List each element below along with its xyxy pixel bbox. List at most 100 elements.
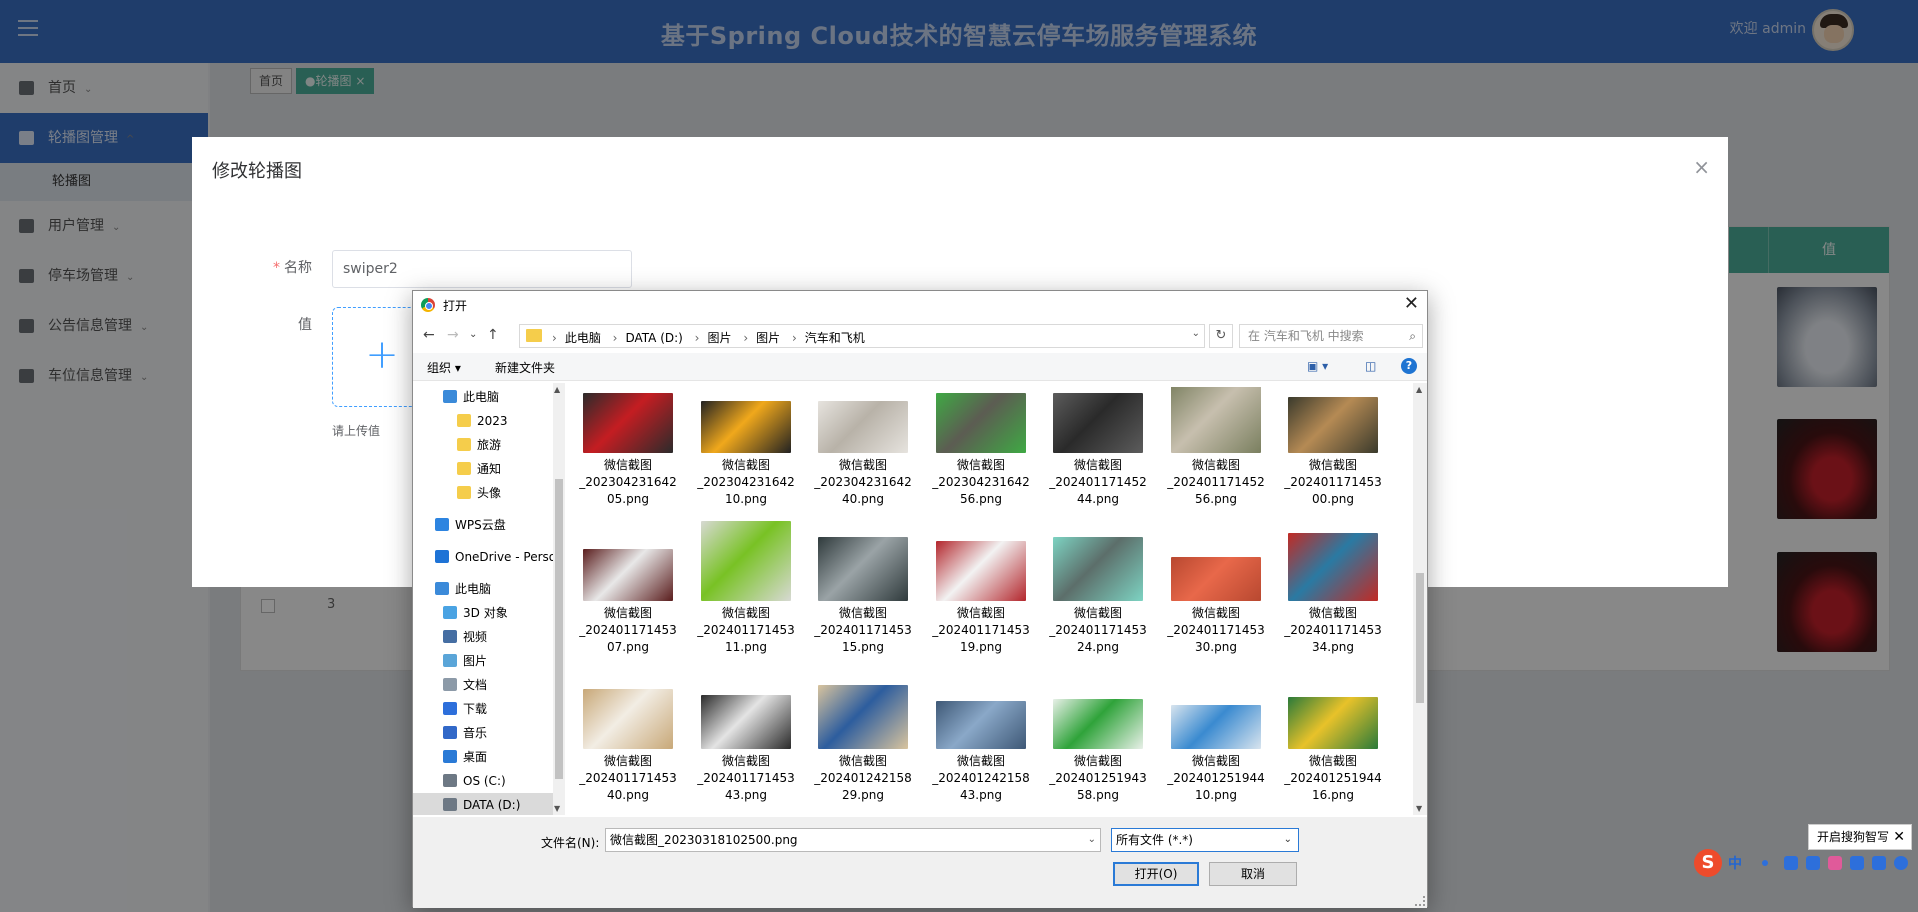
file-item[interactable]: 微信截图 _202401171453 43.png (691, 683, 801, 815)
keyboard-icon[interactable] (1806, 856, 1820, 870)
tree-item-label: 桌面 (463, 750, 488, 764)
tree-item-folder-notice[interactable]: 通知 (413, 457, 553, 481)
image-thumbnail (936, 393, 1026, 453)
file-name-line: _202401171453 (697, 771, 795, 785)
tree-scrollbar[interactable]: ▲ ▼ (553, 383, 565, 815)
files-scrollbar[interactable]: ▲ ▼ (1413, 383, 1427, 815)
help-icon[interactable]: ? (1401, 358, 1417, 374)
gear-icon[interactable] (1894, 856, 1908, 870)
breadcrumb-item[interactable]: 汽车和飞机 (805, 331, 865, 345)
ime-mode-toggle[interactable]: 中 (1728, 853, 1742, 873)
file-item[interactable]: 微信截图 _202401171453 30.png (1161, 535, 1271, 675)
back-arrow-icon[interactable]: ← (423, 327, 435, 343)
breadcrumb-item[interactable]: 图片 (756, 331, 780, 345)
tree-item-desktop[interactable]: 桌面 (413, 745, 553, 769)
scroll-down-icon[interactable]: ▼ (1416, 804, 1422, 813)
file-item[interactable]: 微信截图 _202401242158 29.png (808, 683, 918, 815)
file-item[interactable]: 微信截图 _202401171453 40.png (573, 683, 683, 815)
microphone-icon[interactable] (1784, 856, 1798, 870)
recent-locations-icon[interactable]: ⌄ (469, 329, 477, 340)
file-name-line: 微信截图 (956, 458, 1005, 472)
file-item[interactable]: 微信截图 _202304231642 10.png (691, 387, 801, 527)
tree-item-icon (443, 678, 457, 691)
tree-item-this-pc[interactable]: 此电脑 (413, 385, 553, 409)
scrollbar-thumb[interactable] (1416, 573, 1424, 703)
file-name-line: _202304231642 (814, 475, 912, 489)
tree-item-folder-avatar[interactable]: 头像 (413, 481, 553, 505)
punctuation-icon[interactable] (1762, 860, 1768, 866)
search-input[interactable]: 在 汽车和飞机 中搜索 ⌕ (1239, 324, 1423, 348)
close-icon[interactable]: ✕ (1893, 825, 1905, 849)
close-icon[interactable]: × (1693, 155, 1710, 179)
tree-item-downloads[interactable]: 下载 (413, 697, 553, 721)
file-name-line: _202401171453 (814, 623, 912, 637)
image-thumbnail (1288, 533, 1378, 601)
skin-icon[interactable] (1828, 856, 1842, 870)
file-name-line: 微信截图 (838, 754, 887, 768)
sogou-logo-icon[interactable]: S (1694, 849, 1722, 877)
tree-item-data-d-drive[interactable]: DATA (D:) (413, 793, 553, 815)
tree-item-folder-2023[interactable]: 2023 (413, 409, 553, 433)
new-folder-button[interactable]: 新建文件夹 (495, 359, 555, 376)
tree-item-pictures[interactable]: 图片 (413, 649, 553, 673)
breadcrumb-item[interactable]: 此电脑 (565, 331, 601, 345)
tree-item-documents[interactable]: 文档 (413, 673, 553, 697)
file-name-line: 微信截图 (1073, 458, 1122, 472)
scroll-down-icon[interactable]: ▼ (554, 804, 560, 813)
file-item[interactable]: 微信截图 _202401242158 43.png (926, 683, 1036, 815)
file-item[interactable]: 微信截图 _202401171453 24.png (1043, 535, 1153, 675)
file-item[interactable]: 微信截图 _202401251944 10.png (1161, 683, 1271, 815)
file-item[interactable]: 微信截图 _202304231642 56.png (926, 387, 1036, 527)
file-item[interactable]: 微信截图 _202304231642 40.png (808, 387, 918, 527)
address-bar[interactable]: › 此电脑 › DATA (D:) › 图片 › 图片 › 汽车和飞机 ⌄ (519, 324, 1205, 348)
toolbox-icon[interactable] (1872, 856, 1886, 870)
tree-item-wps-cloud[interactable]: WPS云盘 (413, 513, 553, 537)
file-item[interactable]: 微信截图 _202401171453 11.png (691, 521, 801, 675)
file-item[interactable]: 微信截图 _202401171452 44.png (1043, 387, 1153, 527)
name-input[interactable]: swiper2 (332, 250, 632, 288)
breadcrumb-item[interactable]: DATA (D:) (625, 331, 682, 345)
up-arrow-icon[interactable]: ↑ (487, 327, 499, 343)
image-thumbnail (583, 689, 673, 749)
tree-item-this-pc-2[interactable]: 此电脑 (413, 577, 553, 601)
organize-button[interactable]: 组织 ▾ (427, 359, 461, 376)
forward-arrow-icon[interactable]: → (447, 327, 459, 343)
view-options-icon[interactable]: ▣ ▾ (1307, 359, 1328, 373)
cancel-button[interactable]: 取消 (1209, 862, 1297, 886)
open-button[interactable]: 打开(O) (1113, 862, 1199, 886)
file-item[interactable]: 微信截图 _202401171453 34.png (1278, 533, 1388, 675)
file-item[interactable]: 微信截图 _202401171453 19.png (926, 535, 1036, 675)
tree-item-os-c-drive[interactable]: OS (C:) (413, 769, 553, 793)
chevron-down-icon[interactable]: ⌄ (1088, 829, 1096, 851)
preview-pane-icon[interactable]: ◫ (1365, 359, 1376, 373)
tree-item-onedrive[interactable]: OneDrive - Personal (413, 545, 553, 569)
chevron-down-icon[interactable]: ⌄ (1192, 328, 1200, 339)
file-name-line: 微信截图 (838, 606, 887, 620)
filename-input[interactable]: 微信截图_20230318102500.png ⌄ (605, 828, 1101, 852)
image-thumbnail (583, 393, 673, 453)
tree-item-music[interactable]: 音乐 (413, 721, 553, 745)
file-item[interactable]: 微信截图 _202401251943 58.png (1043, 683, 1153, 815)
image-thumbnail (936, 701, 1026, 749)
file-item[interactable]: 微信截图 _202401171453 07.png (573, 535, 683, 675)
file-item[interactable]: 微信截图 _202304231642 05.png (573, 387, 683, 527)
tree-item-3d-objects[interactable]: 3D 对象 (413, 601, 553, 625)
file-item[interactable]: 微信截图 _202401171452 56.png (1161, 387, 1271, 527)
scroll-up-icon[interactable]: ▲ (554, 385, 560, 394)
image-thumbnail (1171, 387, 1261, 453)
close-icon[interactable]: ✕ (1404, 293, 1419, 314)
gamepad-icon[interactable] (1850, 856, 1864, 870)
image-thumbnail (818, 685, 908, 749)
filetype-select[interactable]: 所有文件 (*.*) ⌄ (1111, 828, 1299, 852)
resize-grip-icon[interactable] (1415, 896, 1425, 906)
scroll-up-icon[interactable]: ▲ (1416, 385, 1422, 394)
file-item[interactable]: 微信截图 _202401171453 15.png (808, 535, 918, 675)
ime-tooltip[interactable]: 开启搜狗智写 ✕ (1808, 824, 1912, 850)
scrollbar-thumb[interactable] (555, 479, 563, 779)
refresh-icon[interactable]: ↻ (1209, 324, 1233, 348)
breadcrumb-item[interactable]: 图片 (707, 331, 731, 345)
tree-item-videos[interactable]: 视频 (413, 625, 553, 649)
tree-item-folder-travel[interactable]: 旅游 (413, 433, 553, 457)
file-item[interactable]: 微信截图 _202401251944 16.png (1278, 683, 1388, 815)
file-item[interactable]: 微信截图 _202401171453 00.png (1278, 387, 1388, 527)
